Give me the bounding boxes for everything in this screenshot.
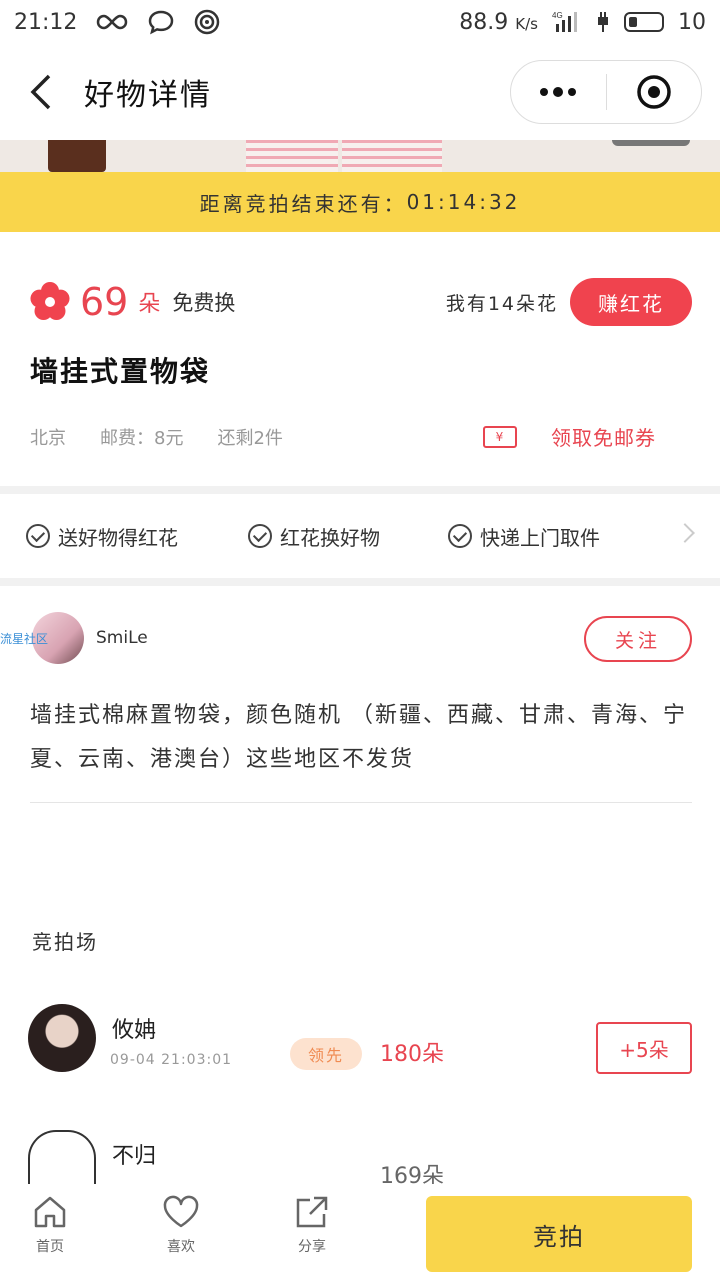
page-title: 好物详情 (84, 78, 212, 113)
seller-row: 流星社区 SmiLe 关注 (0, 608, 720, 672)
feature-item: 送好物得红花 (26, 522, 178, 551)
price-row: 69 朵 免费换 我有14朵花 赚红花 (28, 272, 692, 332)
product-image[interactable] (0, 140, 720, 172)
svg-text:4G: 4G (552, 11, 563, 20)
follow-button[interactable]: 关注 (584, 616, 692, 662)
tab-label: 喜欢 (167, 1239, 195, 1255)
check-circle-icon (26, 524, 50, 548)
raise-bid-button[interactable]: +5朵 (596, 1022, 692, 1074)
free-shipping-coupon-link[interactable]: ¥ 领取免邮券 (483, 422, 690, 451)
feature-label: 红花换好物 (280, 525, 380, 550)
countdown-time: 01:14:32 (406, 190, 521, 214)
free-exchange-label: 免费换 (172, 291, 236, 315)
place-bid-button[interactable]: 竞拍 (426, 1196, 692, 1272)
auction-section-title: 竞拍场 (32, 930, 98, 954)
countdown-label: 距离竞拍结束还有： (199, 191, 407, 216)
product-meta: 北京 邮费：8元 还剩2件 ¥ 领取免邮券 (30, 422, 690, 451)
heart-icon (163, 1195, 199, 1228)
price-value: 69 (80, 280, 129, 324)
section-divider (0, 578, 720, 586)
feature-label: 快递上门取件 (480, 525, 600, 550)
check-circle-icon (448, 524, 472, 548)
feature-strip[interactable]: 送好物得红花 红花换好物 快递上门取件 (0, 494, 720, 578)
tab-like[interactable]: 喜欢 (141, 1194, 221, 1256)
red-flower-icon (30, 282, 70, 320)
image-indicator (612, 140, 690, 146)
bidder-name: 不归 (112, 1144, 157, 1169)
check-circle-icon (248, 524, 272, 548)
price-unit: 朵 (138, 292, 161, 317)
leading-badge: 领先 (290, 1038, 362, 1070)
feature-item: 快递上门取件 (448, 522, 600, 551)
image-towel-right (342, 140, 442, 172)
tab-home[interactable]: 首页 (10, 1194, 90, 1256)
infinity-icon (95, 13, 129, 31)
hotspot-icon (193, 8, 221, 36)
location: 北京 (30, 427, 66, 449)
community-badge: 流星社区 (0, 632, 49, 646)
clock: 21:12 (14, 9, 78, 35)
close-miniprogram-button[interactable] (607, 61, 702, 123)
bid-amount: 180朵 (380, 1042, 444, 1067)
my-flowers-count: 我有14朵花 (445, 292, 558, 315)
signal-icon: 4G (552, 10, 582, 34)
bid-row: 攸姌 09-04 21:03:01 领先 180朵 +5朵 (0, 1004, 720, 1084)
battery-icon (624, 12, 664, 32)
home-icon (34, 1196, 66, 1228)
status-bar: 21:12 88.9 K/s 4G 10 (0, 0, 720, 44)
battery-level: 10 (678, 9, 706, 35)
image-towel-left (246, 140, 338, 172)
stock-remaining: 还剩2件 (217, 427, 283, 449)
bidder-avatar[interactable] (28, 1130, 96, 1186)
navigation-bar: 好物详情 (0, 44, 720, 140)
chevron-right-icon (675, 523, 695, 543)
tab-label: 分享 (298, 1239, 326, 1255)
feature-label: 送好物得红花 (58, 525, 178, 550)
shipping-fee: 邮费：8元 (100, 427, 184, 449)
divider (30, 802, 692, 803)
chevron-left-icon (30, 74, 51, 110)
section-divider (0, 486, 720, 494)
tab-label: 首页 (36, 1239, 64, 1255)
chat-bubble-icon (147, 9, 175, 35)
bid-time: 09-04 21:03:01 (110, 1052, 233, 1068)
bidder-name: 攸姌 (112, 1018, 157, 1043)
more-dots-icon (540, 87, 577, 97)
record-icon (637, 75, 671, 109)
mini-program-capsule (510, 60, 702, 124)
auction-countdown: 距离竞拍结束还有： 01:14:32 (0, 172, 720, 232)
back-button[interactable] (6, 44, 76, 140)
feature-item: 红花换好物 (248, 522, 380, 551)
coupon-label: 领取免邮券 (551, 426, 656, 450)
image-bottle (48, 140, 106, 172)
share-icon (296, 1196, 328, 1228)
earn-flowers-button[interactable]: 赚红花 (570, 278, 692, 326)
more-button[interactable] (511, 61, 606, 123)
bottom-tab-bar: 首页 喜欢 分享 竞拍 (0, 1184, 720, 1280)
bidder-avatar[interactable] (28, 1004, 96, 1072)
charging-plug-icon (596, 11, 610, 33)
coupon-icon: ¥ (483, 425, 517, 448)
product-title: 墙挂式置物袋 (30, 355, 211, 388)
network-speed: 88.9 K/s (459, 9, 538, 35)
product-description: 墙挂式棉麻置物袋，颜色随机 （新疆、西藏、甘肃、青海、宁夏、云南、港澳台）这些地… (30, 703, 687, 772)
product-info: 69 朵 免费换 我有14朵花 赚红花 墙挂式置物袋 北京 邮费：8元 还剩2件… (0, 232, 720, 486)
tab-share[interactable]: 分享 (272, 1194, 352, 1256)
seller-name[interactable]: SmiLe (96, 628, 148, 648)
